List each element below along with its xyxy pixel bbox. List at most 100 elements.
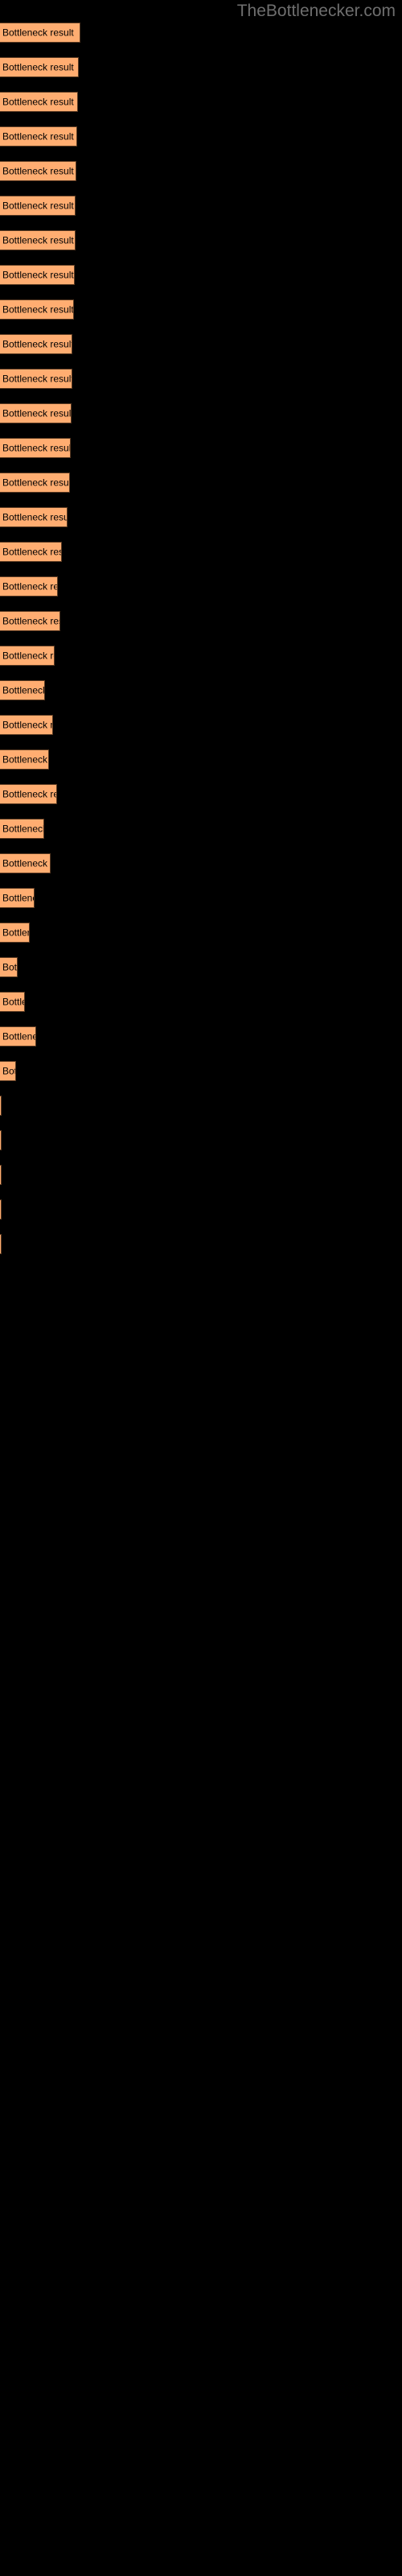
bar-chart: Bottleneck result Bottleneck result Bottle… xyxy=(0,0,402,2576)
bar-row: Bottleneck result xyxy=(0,749,402,770)
bar-label: Bottleneck result xyxy=(2,615,59,626)
bar-row: Bottleneck result xyxy=(0,923,402,943)
bar-label: Bottleneck result xyxy=(2,546,61,557)
bar-label: Bottleneck result xyxy=(2,961,18,972)
bar-33[interactable]: Bottleneck result xyxy=(0,1130,2,1150)
bar-row: Bottleneck result xyxy=(0,542,402,562)
bar-20[interactable]: Bottleneck result xyxy=(0,680,45,700)
bar-label: Bottleneck result xyxy=(2,753,48,765)
bar-22[interactable]: Bottleneck result xyxy=(0,749,49,770)
bar-32[interactable]: Bottleneck result xyxy=(0,1096,2,1116)
bar-row: Bottleneck result xyxy=(0,403,402,423)
bar-row: Bottleneck result xyxy=(0,576,402,597)
bar-row: Bottleneck result xyxy=(0,646,402,666)
bar-row: Bottleneck result xyxy=(0,611,402,631)
bar-row: Bottleneck result xyxy=(0,1130,402,1150)
bar-12[interactable]: Bottleneck result xyxy=(0,403,72,423)
bar-label: Bottleneck result xyxy=(2,1065,15,1076)
bar-label: Bottleneck result xyxy=(2,1030,35,1042)
bar-17[interactable]: Bottleneck result xyxy=(0,576,58,597)
bar-11[interactable]: Bottleneck result xyxy=(0,369,72,389)
bar-2[interactable]: Bottleneck result xyxy=(0,57,79,77)
bar-label: Bottleneck result xyxy=(2,996,24,1007)
bar-10[interactable]: Bottleneck result xyxy=(0,334,72,354)
bar-row: Bottleneck result xyxy=(0,680,402,700)
bar-label: Bottleneck result xyxy=(2,269,74,280)
bar-row: Bottleneck result xyxy=(0,92,402,112)
bar-label: Bottleneck result xyxy=(2,96,74,107)
bar-row: Bottleneck result xyxy=(0,1026,402,1046)
bar-label: Bottleneck result xyxy=(2,927,29,938)
bar-3[interactable]: Bottleneck result xyxy=(0,92,78,112)
bar-15[interactable]: Bottleneck result xyxy=(0,507,68,527)
bar-9[interactable]: Bottleneck result xyxy=(0,299,74,320)
bar-row: Bottleneck result xyxy=(0,1061,402,1081)
bar-row: Bottleneck result xyxy=(0,819,402,839)
bar-row: Bottleneck result xyxy=(0,784,402,804)
bar-label: Bottleneck result xyxy=(2,442,71,453)
bar-row: Bottleneck result xyxy=(0,57,402,77)
bar-row: Bottleneck result xyxy=(0,853,402,873)
bar-30[interactable]: Bottleneck result xyxy=(0,1026,36,1046)
bar-29[interactable]: Bottleneck result xyxy=(0,992,25,1012)
bar-row: Bottleneck result xyxy=(0,438,402,458)
bar-14[interactable]: Bottleneck result xyxy=(0,473,70,493)
bar-label: Bottleneck result xyxy=(2,61,74,72)
bar-label: Bottleneck result xyxy=(2,857,50,869)
bar-label: Bottleneck result xyxy=(2,303,74,315)
bar-label: Bottleneck result xyxy=(2,477,70,488)
bar-row: Bottleneck result xyxy=(0,473,402,493)
bar-31[interactable]: Bottleneck result xyxy=(0,1061,16,1081)
bar-row: Bottleneck result xyxy=(0,23,402,43)
bar-34[interactable]: Bottleneck result xyxy=(0,1165,2,1185)
bar-24[interactable]: Bottleneck result xyxy=(0,819,44,839)
bar-row: Bottleneck result xyxy=(0,265,402,285)
bar-row: Bottleneck result xyxy=(0,126,402,147)
bar-label: Bottleneck result xyxy=(2,719,53,730)
bar-label: Bottleneck result xyxy=(2,27,74,38)
bar-row: Bottleneck result xyxy=(0,161,402,181)
bar-label: Bottleneck result xyxy=(2,373,72,384)
bar-label: Bottleneck result xyxy=(2,407,72,419)
bar-label: Bottleneck result xyxy=(2,338,72,349)
bar-label: Bottleneck result xyxy=(2,892,34,903)
bar-19[interactable]: Bottleneck result xyxy=(0,646,55,666)
bar-row: Bottleneck result xyxy=(0,196,402,216)
bar-5[interactable]: Bottleneck result xyxy=(0,161,76,181)
bar-23[interactable]: Bottleneck result xyxy=(0,784,57,804)
bar-row: Bottleneck result xyxy=(0,715,402,735)
bar-row: Bottleneck result xyxy=(0,1234,402,1254)
bar-row: Bottleneck result xyxy=(0,230,402,250)
bar-16[interactable]: Bottleneck result xyxy=(0,542,62,562)
bar-27[interactable]: Bottleneck result xyxy=(0,923,30,943)
bar-row: Bottleneck result xyxy=(0,299,402,320)
bar-row: Bottleneck result xyxy=(0,992,402,1012)
bar-21[interactable]: Bottleneck result xyxy=(0,715,53,735)
bar-label: Bottleneck result xyxy=(2,788,56,799)
bar-label: Bottleneck result xyxy=(2,165,74,176)
bar-4[interactable]: Bottleneck result xyxy=(0,126,77,147)
bar-36[interactable]: Bottleneck result xyxy=(0,1234,2,1254)
bar-35[interactable]: Bottleneck result xyxy=(0,1199,2,1220)
bar-13[interactable]: Bottleneck result xyxy=(0,438,71,458)
bar-label: Bottleneck result xyxy=(2,234,74,246)
bar-7[interactable]: Bottleneck result xyxy=(0,230,76,250)
bar-6[interactable]: Bottleneck result xyxy=(0,196,76,216)
bar-label: Bottleneck result xyxy=(2,823,44,834)
bar-26[interactable]: Bottleneck result xyxy=(0,888,35,908)
bar-row: Bottleneck result xyxy=(0,957,402,977)
bar-row: Bottleneck result xyxy=(0,1165,402,1185)
bar-row: Bottleneck result xyxy=(0,507,402,527)
bar-row: Bottleneck result xyxy=(0,1096,402,1116)
bar-18[interactable]: Bottleneck result xyxy=(0,611,60,631)
bar-25[interactable]: Bottleneck result xyxy=(0,853,51,873)
bar-8[interactable]: Bottleneck result xyxy=(0,265,75,285)
bar-label: Bottleneck result xyxy=(2,130,74,142)
bar-row: Bottleneck result xyxy=(0,888,402,908)
bar-label: Bottleneck result xyxy=(2,580,57,592)
bar-label: Bottleneck result xyxy=(2,511,68,522)
bar-28[interactable]: Bottleneck result xyxy=(0,957,18,977)
bar-1[interactable]: Bottleneck result xyxy=(0,23,80,43)
bar-row: Bottleneck result xyxy=(0,1199,402,1220)
bar-row: Bottleneck result xyxy=(0,369,402,389)
